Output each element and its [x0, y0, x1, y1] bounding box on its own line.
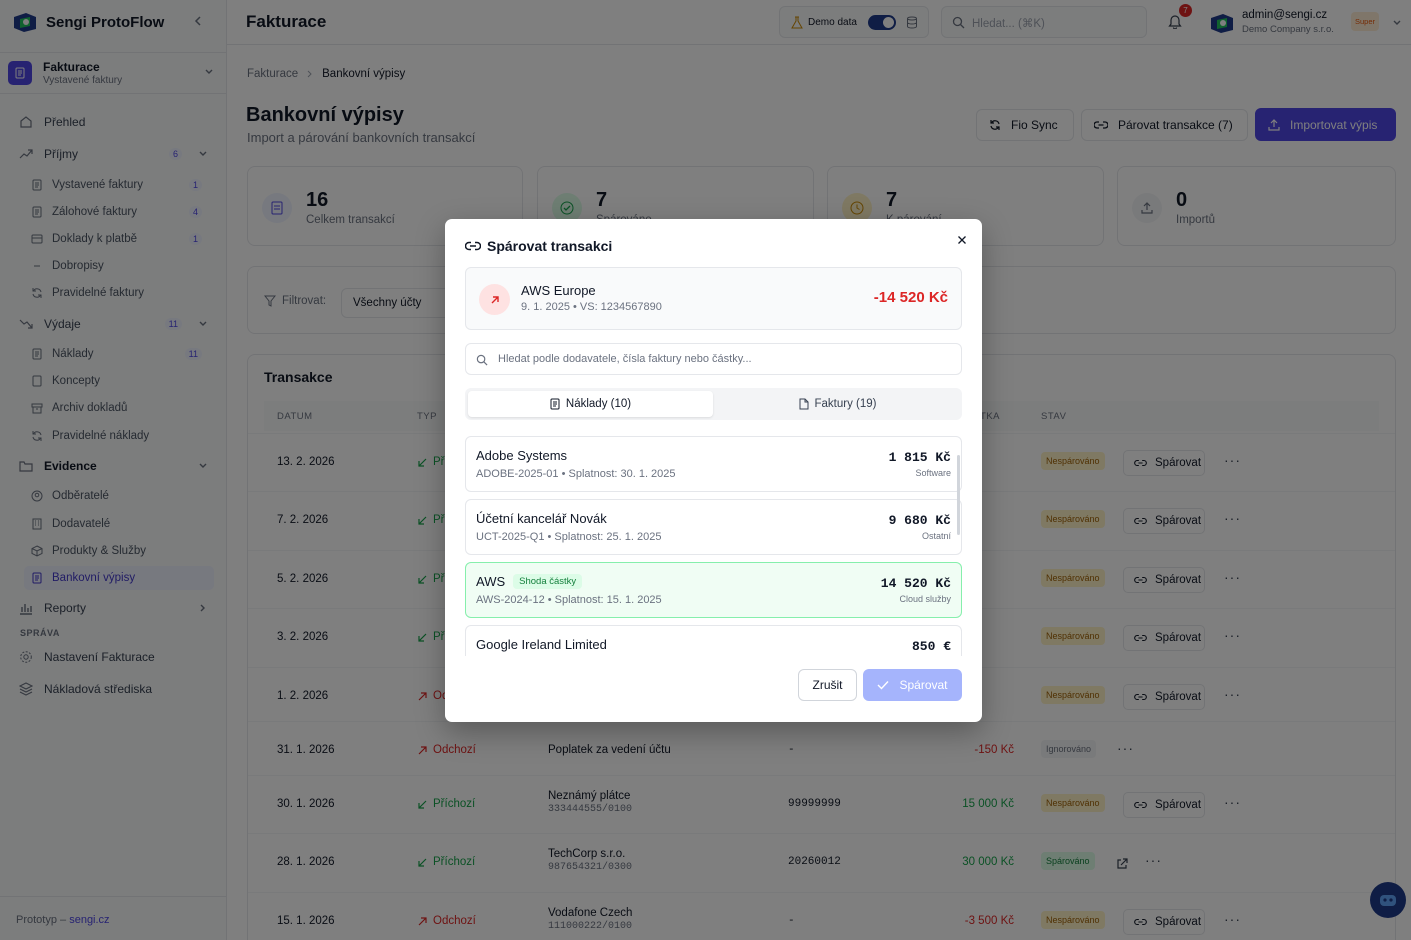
option-meta: ADOBE-2025-01 • Splatnost: 30. 1. 2025 — [476, 468, 676, 480]
option-amount: 14 520 Kč — [880, 576, 951, 591]
match-option-list: Adobe Systems ADOBE-2025-01 • Splatnost:… — [465, 436, 962, 656]
option-amount: 850 € — [911, 639, 951, 654]
dialog-title: Spárovat transakci — [487, 238, 613, 254]
transaction-meta: 9. 1. 2025 • VS: 1234567890 — [521, 301, 662, 313]
close-icon[interactable] — [955, 233, 969, 247]
receipt-icon — [550, 398, 560, 410]
option-name-text: Účetní kancelář Novák — [476, 511, 607, 526]
option-name-text: AWS — [476, 574, 506, 589]
search-icon — [476, 354, 488, 366]
option-name: Účetní kancelář Novák — [476, 511, 607, 526]
transaction-name: AWS Europe — [521, 283, 596, 298]
tab-naklady[interactable]: Náklady (10) — [468, 391, 713, 417]
match-search-input[interactable]: Hledat podle dodavatele, čísla faktury n… — [465, 343, 962, 375]
option-amount: 9 680 Kč — [888, 513, 951, 528]
amount-match-badge: Shoda částky — [513, 574, 583, 589]
cancel-button[interactable]: Zrušit — [798, 669, 857, 701]
option-category: Cloud služby — [899, 594, 951, 604]
arrow-up-right-icon — [479, 284, 510, 315]
option-amount: 1 815 Kč — [888, 450, 951, 465]
match-option[interactable]: Google Ireland Limited 850 € — [465, 625, 962, 656]
confirm-pair-button[interactable]: Spárovat — [863, 669, 962, 701]
check-icon — [877, 681, 889, 690]
match-option[interactable]: Účetní kancelář Novák UCT-2025-Q1 • Spla… — [465, 499, 962, 555]
option-category: Ostatní — [921, 531, 951, 541]
list-scrollbar[interactable] — [957, 455, 960, 535]
tab-label: Faktury (19) — [814, 398, 877, 410]
match-option[interactable]: Adobe Systems ADOBE-2025-01 • Splatnost:… — [465, 436, 962, 492]
option-name-text: Google Ireland Limited — [476, 637, 607, 652]
option-name: Adobe Systems — [476, 448, 567, 463]
option-category: Software — [915, 468, 951, 478]
option-name: AWS Shoda částky — [476, 574, 583, 589]
match-option-suggested[interactable]: AWS Shoda částky AWS-2024-12 • Splatnost:… — [465, 562, 962, 618]
option-name-text: Adobe Systems — [476, 448, 568, 463]
tab-faktury[interactable]: Faktury (19) — [715, 391, 960, 417]
match-tabs: Náklady (10) Faktury (19) — [465, 388, 962, 420]
option-meta: AWS-2024-12 • Splatnost: 15. 1. 2025 — [476, 594, 662, 606]
option-name: Google Ireland Limited — [476, 637, 607, 652]
selected-transaction: AWS Europe 9. 1. 2025 • VS: 1234567890 -… — [465, 267, 962, 330]
confirm-label: Spárovat — [899, 678, 948, 692]
pair-transaction-dialog: Spárovat transakci AWS Europe 9. 1. 2025… — [445, 219, 982, 722]
dialog-title-group: Spárovat transakci — [465, 238, 612, 254]
link-icon — [465, 241, 481, 251]
match-search-placeholder: Hledat podle dodavatele, čísla faktury n… — [498, 353, 752, 365]
option-meta: UCT-2025-Q1 • Splatnost: 25. 1. 2025 — [476, 531, 662, 543]
app-root: Sengi ProtoFlow Fakturace Vystavené fakt… — [0, 0, 1411, 940]
transaction-amount: -14 520 Kč — [873, 289, 948, 306]
tab-label: Náklady (10) — [565, 398, 632, 410]
document-icon — [799, 398, 808, 410]
